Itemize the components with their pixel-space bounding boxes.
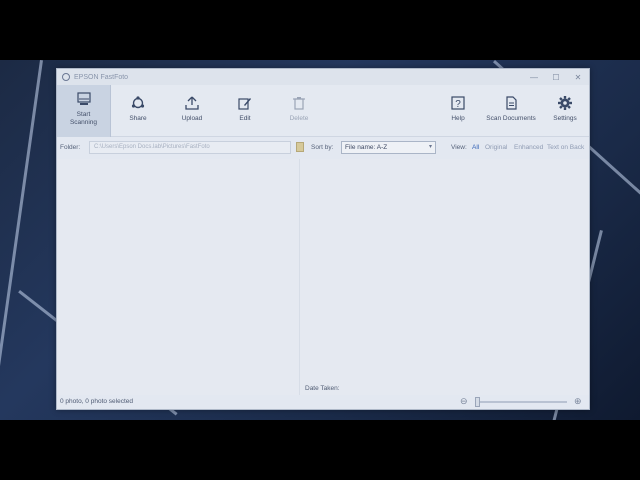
title-bar: EPSON FastFoto — ☐ ✕ (57, 69, 589, 85)
status-bar: 0 photo, 0 photo selected ⊖ ⊕ (57, 395, 589, 409)
view-original-option[interactable]: Original (485, 144, 507, 151)
upload-button[interactable]: Upload (176, 85, 208, 137)
view-enhanced-option[interactable]: Enhanced (514, 144, 543, 151)
help-button[interactable]: ? Help (446, 85, 470, 137)
delete-button[interactable]: Delete (285, 85, 313, 137)
start-scanning-button[interactable]: Start Scanning (57, 85, 111, 137)
options-bar: Folder: C:\Users\Epson Docs.lab\Pictures… (57, 137, 589, 159)
start-scanning-label: Start Scanning (69, 111, 98, 126)
date-taken-label: Date Taken: (305, 385, 340, 392)
view-text-on-back-option[interactable]: Text on Back (547, 144, 584, 151)
gear-icon (557, 95, 573, 111)
folder-path-field[interactable]: C:\Users\Epson Docs.lab\Pictures\FastFot… (89, 141, 291, 154)
folder-label: Folder: (60, 144, 81, 151)
upload-icon (184, 95, 200, 111)
zoom-out-icon[interactable]: ⊖ (460, 396, 468, 407)
scan-documents-button[interactable]: Scan Documents (483, 85, 539, 137)
view-label: View: (451, 144, 467, 151)
maximize-button[interactable]: ☐ (545, 69, 567, 85)
scanner-icon (76, 91, 92, 107)
share-label: Share (129, 115, 147, 122)
share-button[interactable]: Share (123, 85, 153, 137)
edit-button[interactable]: Edit (233, 85, 257, 137)
window-controls: — ☐ ✕ (523, 69, 589, 85)
scan-documents-label: Scan Documents (486, 115, 536, 122)
help-icon: ? (450, 95, 466, 111)
settings-button[interactable]: Settings (549, 85, 581, 137)
sort-dropdown[interactable]: File name: A-Z ▾ (341, 141, 436, 154)
app-logo-icon (62, 73, 70, 81)
edit-label: Edit (239, 115, 251, 122)
view-all-option[interactable]: All (472, 144, 479, 151)
photo-area: Date Taken: (57, 159, 589, 395)
upload-label: Upload (181, 115, 203, 122)
zoom-in-icon[interactable]: ⊕ (574, 396, 582, 407)
sort-label: Sort by: (311, 144, 334, 151)
letterbox-top (0, 0, 640, 60)
folder-browse-icon[interactable] (296, 142, 304, 152)
letterbox-bottom (0, 420, 640, 480)
edit-icon (237, 95, 253, 111)
share-icon (130, 95, 146, 111)
app-window: EPSON FastFoto — ☐ ✕ Start Scanning Shar… (56, 68, 590, 410)
pane-divider[interactable] (299, 159, 300, 395)
document-icon (503, 95, 519, 111)
sort-value: File name: A-Z (345, 144, 388, 151)
chevron-down-icon: ▾ (428, 144, 432, 150)
minimize-button[interactable]: — (523, 69, 545, 85)
light-streak (0, 60, 43, 420)
svg-text:?: ? (455, 99, 461, 110)
settings-label: Settings (553, 115, 577, 122)
close-button[interactable]: ✕ (567, 69, 589, 85)
delete-label: Delete (289, 115, 309, 122)
trash-icon (291, 95, 307, 111)
zoom-slider-thumb[interactable] (475, 397, 480, 407)
zoom-slider-track[interactable] (475, 401, 567, 403)
toolbar: Start Scanning Share Upload Edit Delete (57, 85, 589, 137)
selection-status: 0 photo, 0 photo selected (60, 398, 134, 405)
help-label: Help (451, 115, 465, 122)
window-title: EPSON FastFoto (74, 73, 129, 81)
